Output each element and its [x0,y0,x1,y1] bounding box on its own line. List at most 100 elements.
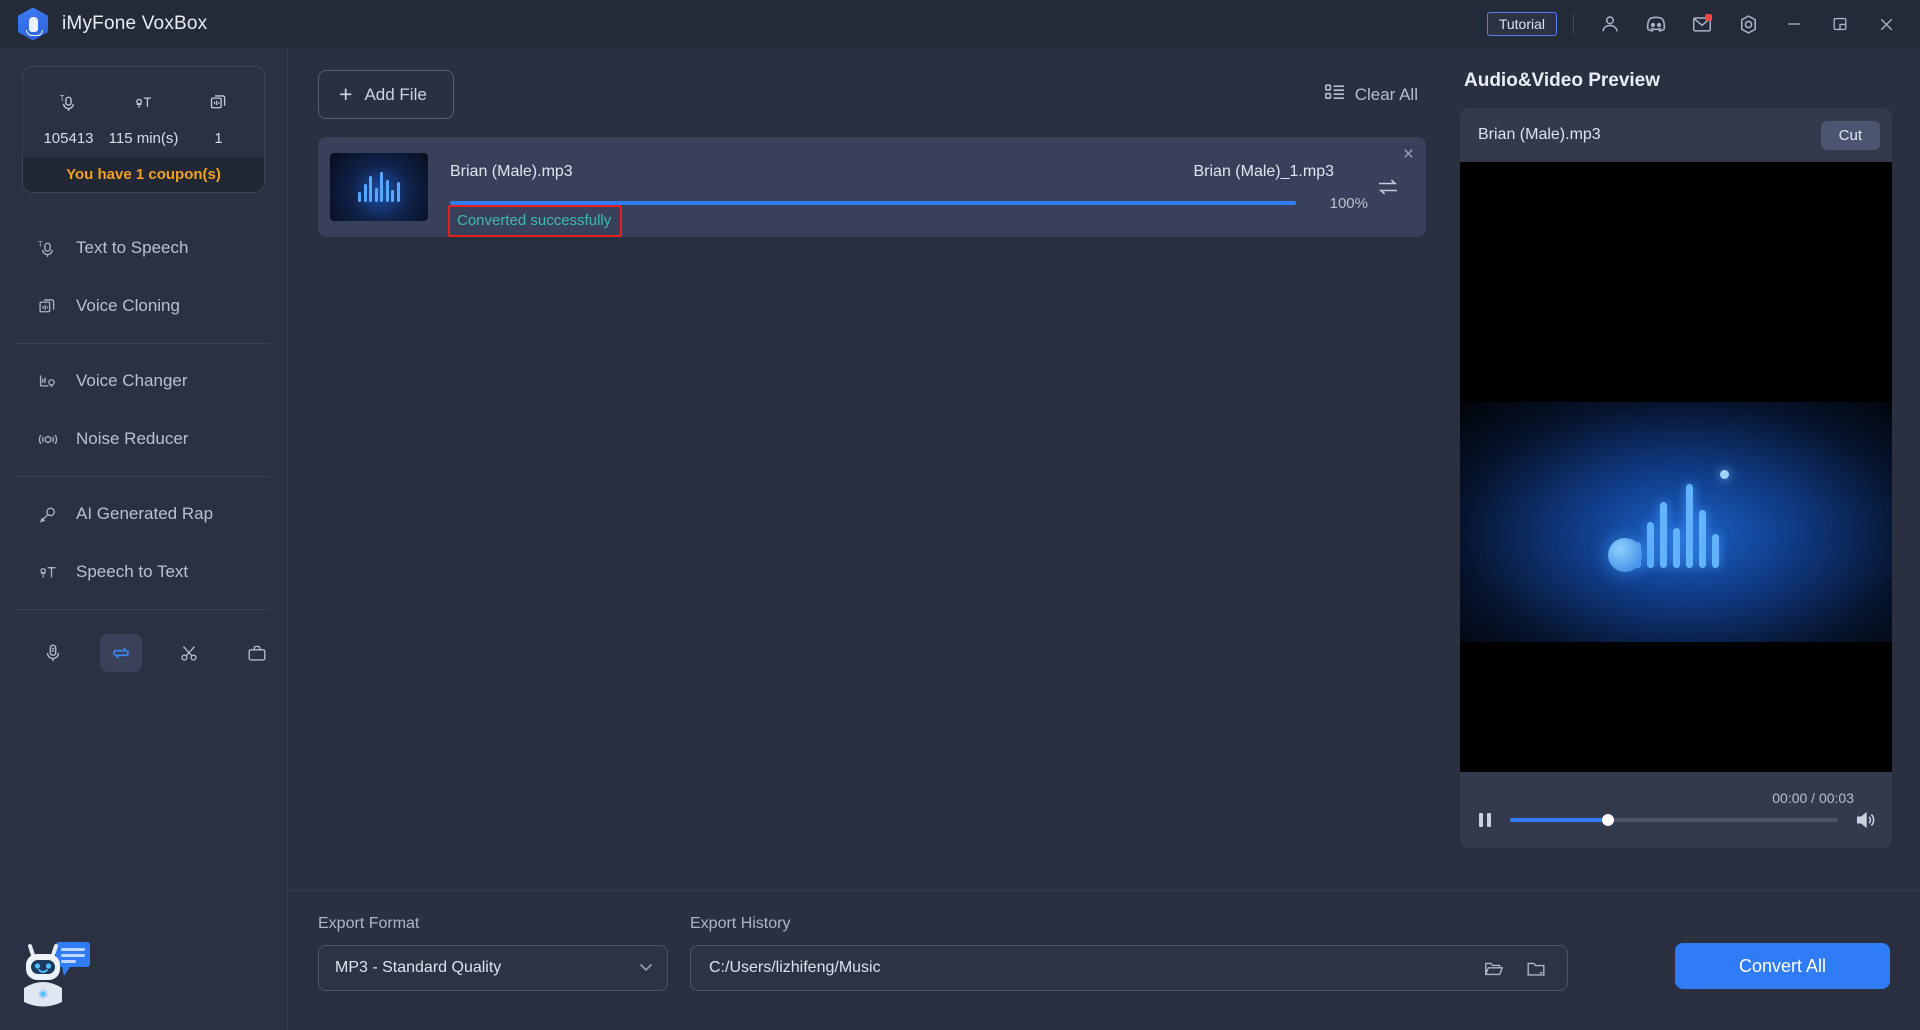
export-history-group: Export History C:/Users/lizhifeng/Music [690,915,1568,991]
sidebar: T 105413 115 min(s) 1 You have 1 coupon(… [0,48,288,1030]
app-brand: iMyFone VoxBox [18,7,208,41]
sidebar-tool-row [0,618,287,672]
credit-item-tts[interactable]: T 105413 [31,83,106,147]
export-format-label: Export Format [318,915,420,932]
coupon-banner[interactable]: You have 1 coupon(s) [23,157,264,192]
voice-cloning-credit-icon [200,83,238,121]
close-button[interactable] [1866,7,1906,41]
mail-unread-badge [1705,14,1712,21]
voice-changer-icon [36,371,59,392]
sidebar-item-label: Text to Speech [76,238,189,257]
credit-value-stt: 115 min(s) [108,130,179,147]
add-file-label: Add File [364,84,427,104]
convert-group: Convert All [1590,915,1890,989]
add-file-button[interactable]: + Add File [318,70,454,119]
toolbox-tool-icon[interactable] [236,634,278,672]
source-file-name: Brian (Male).mp3 [450,162,573,180]
seek-slider[interactable] [1510,814,1838,826]
chatbot-assistant-icon[interactable] [16,930,98,1012]
svg-text:T: T [38,239,43,248]
voxbox-hex-mic-logo [18,7,48,41]
open-folder-icon[interactable] [1473,959,1515,978]
export-path-value: C:/Users/lizhifeng/Music [709,959,881,976]
preview-header: Brian (Male).mp3 Cut [1460,108,1892,162]
sidebar-item-label: Voice Cloning [76,296,180,315]
sidebar-divider [16,476,271,477]
folder-icon[interactable] [1515,959,1557,978]
account-icon[interactable] [1590,7,1630,41]
mail-icon[interactable] [1682,7,1722,41]
file-list: Brian (Male).mp3 Brian (Male)_1.mp3 100% [318,137,1426,237]
maximize-button[interactable] [1820,7,1860,41]
pause-icon[interactable] [1476,811,1494,829]
recorder-tool-icon[interactable] [32,634,74,672]
list-icon [1324,84,1345,105]
credit-value-tts: 105413 [43,130,94,147]
svg-text:T: T [60,93,65,102]
converter-tool-icon[interactable] [100,634,142,672]
chevron-down-icon [639,961,653,975]
clear-all-button[interactable]: Clear All [1324,84,1426,105]
speech-to-text-icon [36,562,59,583]
cut-button[interactable]: Cut [1820,120,1880,150]
work-area: + Add File Clear All Brian (Male).mp3 Br… [288,48,1450,890]
swap-arrows-icon[interactable] [1368,177,1408,197]
close-icon[interactable]: × [1403,145,1414,164]
titlebar-actions: Tutorial [1486,7,1906,41]
clear-all-label: Clear All [1354,84,1418,104]
progress-percent: 100% [1329,194,1368,212]
app-title: iMyFone VoxBox [62,13,208,34]
volume-icon[interactable] [1854,810,1876,830]
sidebar-item-speech-to-text[interactable]: Speech to Text [0,543,287,601]
preview-stage[interactable] [1460,162,1892,772]
file-list-item[interactable]: Brian (Male).mp3 Brian (Male)_1.mp3 100% [318,137,1426,237]
sidebar-item-voice-changer[interactable]: Voice Changer [0,352,287,410]
credit-item-stt[interactable]: 115 min(s) [106,83,181,147]
export-format-select[interactable]: MP3 - Standard Quality [318,945,668,991]
text-to-speech-credit-icon: T [50,83,88,121]
credit-value-clone: 1 [214,130,223,147]
discord-icon[interactable] [1636,7,1676,41]
preview-panel-title: Audio&Video Preview [1464,70,1661,91]
sidebar-divider [16,343,271,344]
preview-file-name: Brian (Male).mp3 [1478,126,1601,143]
sidebar-divider [16,609,271,610]
export-format-value: MP3 - Standard Quality [335,959,502,976]
sidebar-item-ai-generated-rap[interactable]: AI Generated Rap [0,485,287,543]
file-info: Brian (Male).mp3 Brian (Male)_1.mp3 100% [448,162,1368,237]
sidebar-item-label: Voice Changer [76,371,188,390]
tutorial-button[interactable]: Tutorial [1486,12,1557,36]
export-bar: Export Format MP3 - Standard Quality Exp… [288,890,1920,1030]
preview-panel: Audio&Video Preview Brian (Male).mp3 Cut [1450,48,1920,890]
sidebar-nav: T Text to Speech Voice Cloning Voice Cha… [0,219,287,672]
status-badge: Converted successfully [448,204,623,237]
convert-all-button[interactable]: Convert All [1675,943,1890,989]
export-history-label: Export History [690,915,791,932]
voxbox-window: iMyFone VoxBox Tutorial T 105413 115 min… [0,0,1920,1030]
export-path-field[interactable]: C:/Users/lizhifeng/Music [690,945,1568,991]
sidebar-item-noise-reducer[interactable]: Noise Reducer [0,410,287,468]
credit-item-clone[interactable]: 1 [181,83,256,147]
export-format-group: Export Format MP3 - Standard Quality [318,915,668,991]
ai-generated-rap-icon [36,504,59,525]
sidebar-item-label: Speech to Text [76,562,189,581]
work-toolbar: + Add File Clear All [318,70,1426,119]
voice-cloning-icon [36,296,59,317]
sidebar-item-text-to-speech[interactable]: T Text to Speech [0,219,287,277]
settings-icon[interactable] [1728,7,1768,41]
time-display: 00:00 / 00:03 [1772,790,1854,806]
title-bar: iMyFone VoxBox Tutorial [0,0,1920,48]
speech-to-text-credit-icon [125,83,163,121]
sidebar-item-voice-cloning[interactable]: Voice Cloning [0,277,287,335]
noise-reducer-icon [36,429,59,450]
sidebar-item-label: Noise Reducer [76,429,189,448]
text-to-speech-icon: T [36,238,59,259]
output-file-name: Brian (Male)_1.mp3 [1193,162,1335,180]
sidebar-item-label: AI Generated Rap [76,504,214,523]
main-top: + Add File Clear All Brian (Male).mp3 Br… [288,48,1920,890]
plus-icon: + [339,81,353,107]
preview-box: Brian (Male).mp3 Cut 00:00 / 00:03 [1460,108,1892,848]
minimize-button[interactable] [1774,7,1814,41]
body-row: T 105413 115 min(s) 1 You have 1 coupon(… [0,48,1920,1030]
cutter-tool-icon[interactable] [168,634,210,672]
